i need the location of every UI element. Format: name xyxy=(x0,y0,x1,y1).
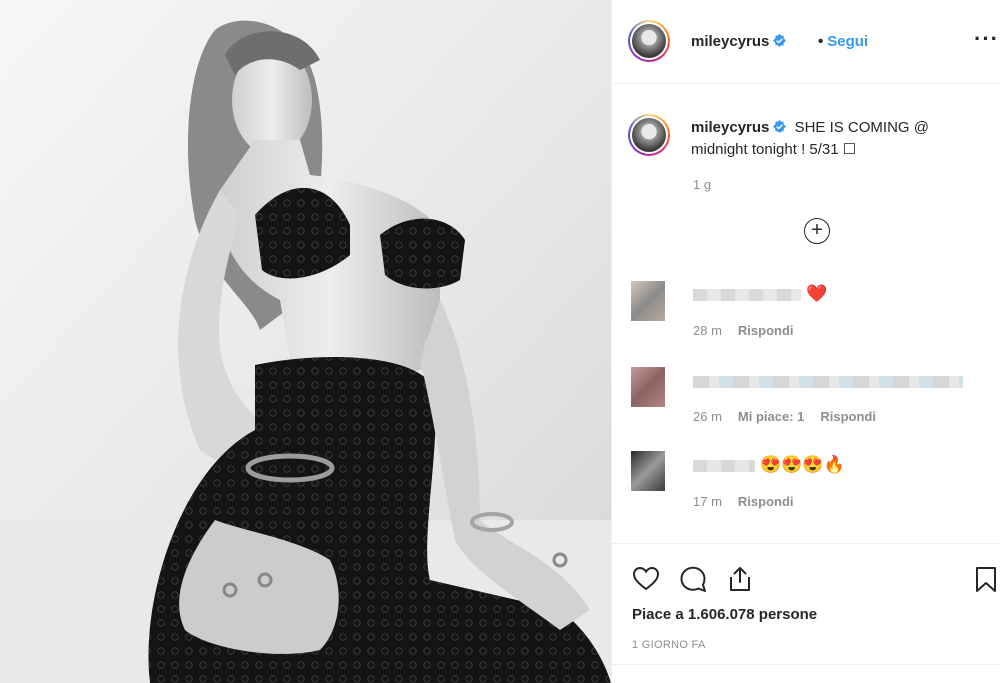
caption-username[interactable]: mileycyrus xyxy=(691,119,787,136)
author-avatar[interactable] xyxy=(628,20,670,62)
commenter-avatar[interactable] xyxy=(631,281,665,321)
comment-text-blurred xyxy=(693,289,801,301)
reply-button[interactable]: Rispondi xyxy=(738,494,794,509)
comment-meta: 28 m Rispondi xyxy=(693,323,794,338)
caption-age[interactable]: 1 g xyxy=(693,177,711,192)
separator-dot: • xyxy=(818,33,824,50)
commenter-avatar[interactable] xyxy=(631,367,665,407)
comment-meta: 26 m Mi piace: 1 Rispondi xyxy=(693,409,876,424)
reply-button[interactable]: Rispondi xyxy=(820,409,876,424)
load-more-comments-button[interactable]: + xyxy=(804,218,830,244)
verified-badge-icon xyxy=(773,120,787,133)
verified-badge-icon xyxy=(773,34,787,47)
comment-emoji: ❤️ xyxy=(806,284,828,303)
divider xyxy=(612,664,1000,665)
caption-text: mileycyrus SHE IS COMING @ midnight toni… xyxy=(691,117,971,161)
heart-icon[interactable] xyxy=(632,565,660,593)
comment-age[interactable]: 17 m xyxy=(693,494,722,509)
comment-item: 26 m Mi piace: 1 Rispondi xyxy=(612,362,1000,432)
follow-button[interactable]: • Segui xyxy=(818,33,868,50)
more-options-icon[interactable]: ··· xyxy=(974,26,999,52)
comment-text-blurred xyxy=(693,376,963,388)
reply-button[interactable]: Rispondi xyxy=(738,323,794,338)
comment-emoji: 😍😍😍🔥 xyxy=(760,455,845,474)
comment-likes[interactable]: Mi piace: 1 xyxy=(738,409,804,424)
comment-meta: 17 m Rispondi xyxy=(693,494,794,509)
post-photo[interactable] xyxy=(0,0,611,683)
bookmark-icon[interactable] xyxy=(972,565,1000,593)
post-side-panel: mileycyrus • Segui ··· mileycyrus SHE IS … xyxy=(611,0,1000,683)
share-icon[interactable] xyxy=(726,565,754,593)
comment-text-blurred xyxy=(693,460,755,472)
likes-count[interactable]: Piace a 1.606.078 persone xyxy=(632,606,817,623)
comment-item: ❤️ 28 m Rispondi xyxy=(612,275,1000,345)
author-username[interactable]: mileycyrus xyxy=(691,33,787,50)
comment-item: 😍😍😍🔥 17 m Rispondi xyxy=(612,447,1000,517)
post-timestamp[interactable]: 1 GIORNO FA xyxy=(632,639,706,651)
comment-age[interactable]: 26 m xyxy=(693,409,722,424)
comment-icon[interactable] xyxy=(679,565,707,593)
post-header: mileycyrus • Segui ··· xyxy=(612,0,1000,84)
post-actions: Piace a 1.606.078 persone 1 GIORNO FA xyxy=(612,543,1000,683)
caption-avatar[interactable] xyxy=(628,114,670,156)
post-image xyxy=(0,0,611,683)
commenter-avatar[interactable] xyxy=(631,451,665,491)
comment-age[interactable]: 28 m xyxy=(693,323,722,338)
